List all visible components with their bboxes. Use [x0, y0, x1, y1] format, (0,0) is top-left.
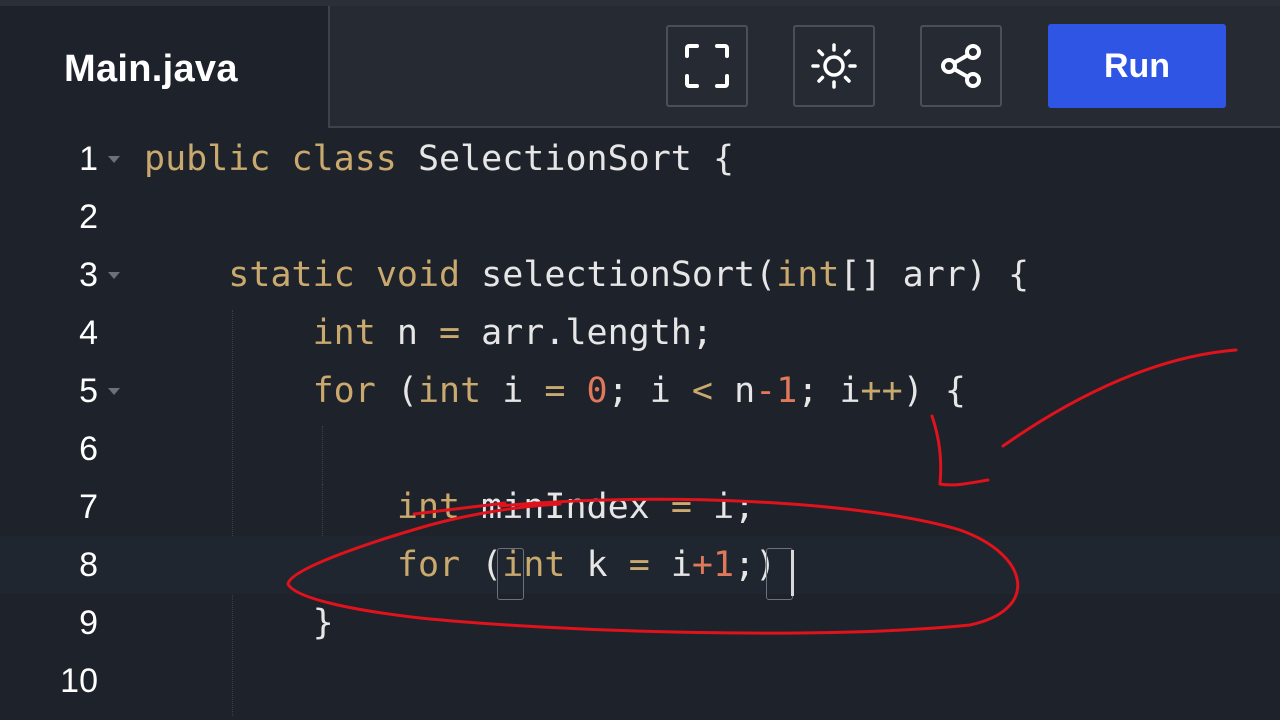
file-tab-title: Main.java: [64, 48, 238, 90]
line-number: 9: [79, 604, 98, 642]
code-text: int minIndex = i;: [396, 487, 756, 527]
code-text: int n = arr.length;: [312, 313, 713, 353]
theme-toggle-button[interactable]: [793, 25, 875, 107]
code-text: public class SelectionSort {: [144, 139, 735, 179]
code-line[interactable]: 3 static void selectionSort(int[] arr) {: [0, 246, 1280, 304]
code-text: static void selectionSort(int[] arr) {: [228, 255, 1030, 295]
code-text: }: [144, 603, 334, 643]
line-number: 6: [79, 430, 98, 468]
bracket-match-open: [497, 548, 524, 600]
line-number: 5: [79, 372, 98, 410]
bracket-match-close: [766, 548, 793, 600]
code-editor[interactable]: 1 public class SelectionSort { 2 3 static v…: [0, 130, 1280, 720]
code-line[interactable]: 9 }: [0, 594, 1280, 652]
fold-chevron-icon[interactable]: [108, 156, 120, 163]
line-number: 1: [79, 140, 98, 178]
code-line[interactable]: 7 int minIndex = i;: [0, 478, 1280, 536]
run-button-label: Run: [1103, 46, 1171, 85]
fold-chevron-icon[interactable]: [108, 388, 120, 395]
line-number: 7: [79, 488, 98, 526]
code-line[interactable]: 4 int n = arr.length;: [0, 304, 1280, 362]
code-line[interactable]: 8 for (int k = i+1;): [0, 536, 1280, 594]
text-cursor: [791, 550, 794, 596]
code-line[interactable]: 2: [0, 188, 1280, 246]
fullscreen-icon: [685, 44, 729, 88]
editor-toolbar: Run: [328, 6, 1280, 128]
code-line[interactable]: 10: [0, 652, 1280, 710]
fold-chevron-icon[interactable]: [108, 272, 120, 279]
code-text: for (int k = i+1;): [396, 545, 777, 585]
share-icon: [941, 44, 981, 88]
line-number: 10: [60, 662, 98, 700]
fullscreen-button[interactable]: [666, 25, 748, 107]
share-button[interactable]: [920, 25, 1002, 107]
code-text: for (int i = 0; i < n-1; i++) {: [312, 371, 966, 411]
sun-icon: [811, 43, 857, 89]
line-number: 3: [79, 256, 98, 294]
code-line[interactable]: 1 public class SelectionSort {: [0, 130, 1280, 188]
run-button[interactable]: Run: [1048, 24, 1226, 108]
line-number: 2: [79, 198, 98, 236]
line-number: 4: [79, 314, 98, 352]
code-line[interactable]: 5 for (int i = 0; i < n-1; i++) {: [0, 362, 1280, 420]
code-line[interactable]: 6: [0, 420, 1280, 478]
file-tab[interactable]: Main.java: [0, 6, 328, 130]
line-number: 8: [79, 546, 98, 584]
